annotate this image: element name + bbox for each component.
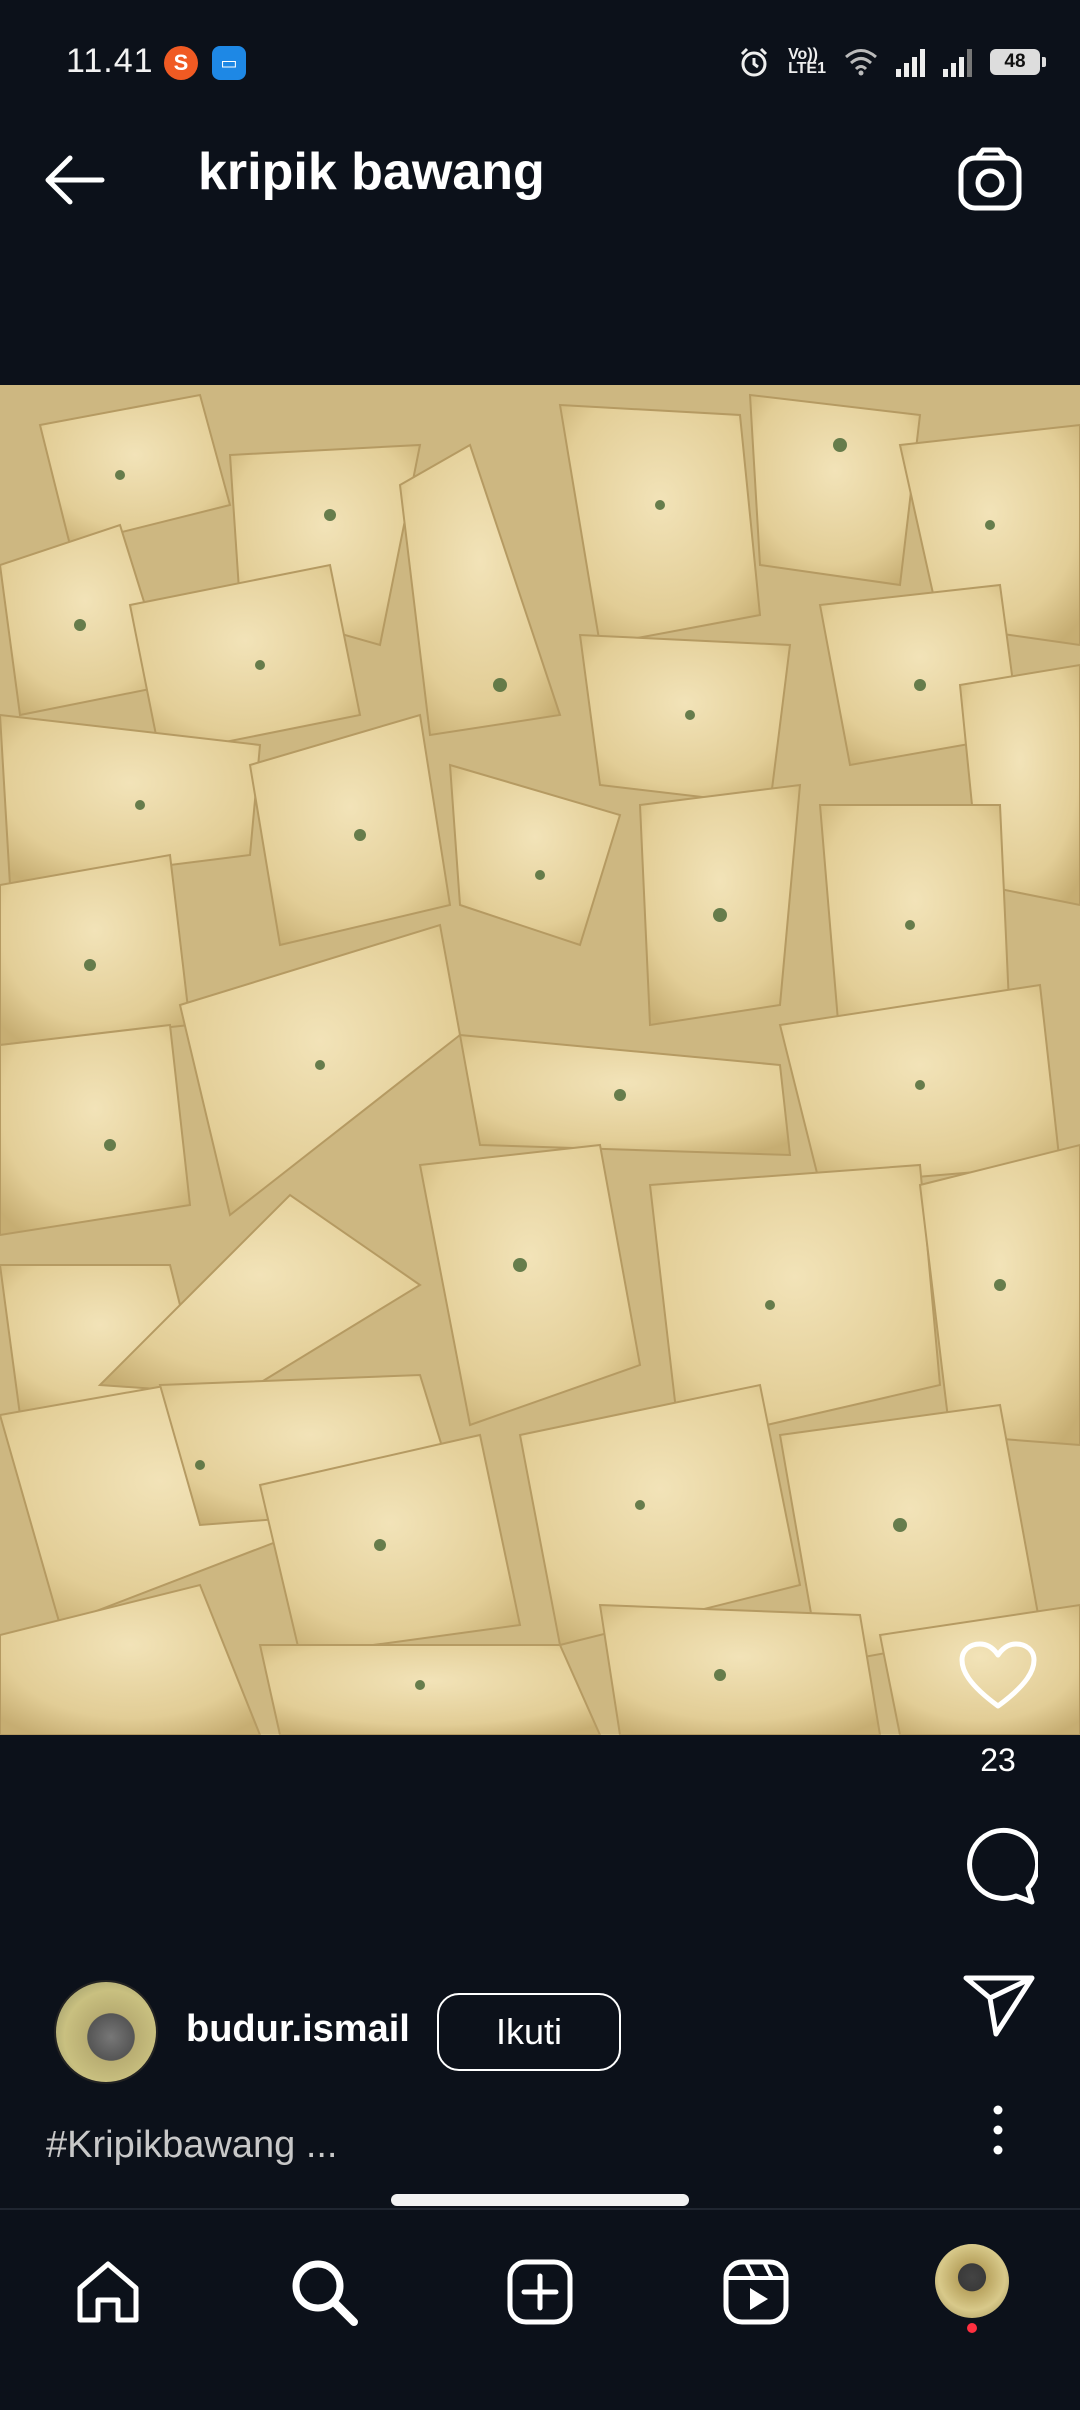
- search-icon[interactable]: [288, 2256, 360, 2328]
- reels-icon[interactable]: [720, 2256, 792, 2328]
- status-icons: Vo)) LTE1 48: [738, 42, 1046, 82]
- paper-plane-icon[interactable]: [960, 1970, 1040, 2040]
- home-icon[interactable]: [72, 2256, 144, 2328]
- tv-app-icon: ▭: [212, 46, 246, 80]
- volte-indicator: Vo)) LTE1: [788, 46, 826, 77]
- comment-bubble-icon[interactable]: [958, 1826, 1038, 1906]
- camera-icon[interactable]: [955, 144, 1027, 216]
- status-bar: 11.41 S ▭ Vo)) LTE1 48: [0, 0, 1080, 100]
- profile-avatar-icon[interactable]: [935, 2244, 1009, 2318]
- vertical-dots-icon[interactable]: [978, 2100, 1018, 2160]
- post-image[interactable]: [0, 385, 1080, 1735]
- battery-icon: 48: [990, 49, 1046, 75]
- signal-1-icon: [896, 47, 925, 77]
- notification-dot: [967, 2323, 977, 2333]
- status-time: 11.41: [66, 42, 154, 80]
- page-title: kripik bawang: [198, 143, 545, 201]
- chips-photo: [0, 385, 1080, 1735]
- author-avatar[interactable]: [54, 1980, 158, 2084]
- heart-icon[interactable]: [958, 1640, 1038, 1712]
- post-caption[interactable]: #Kripikbawang ...: [46, 2124, 338, 2167]
- arrow-left-icon[interactable]: [40, 150, 110, 210]
- shopee-app-icon: S: [164, 46, 198, 80]
- plus-square-icon[interactable]: [504, 2256, 576, 2328]
- bottom-navigation: [0, 2208, 1080, 2410]
- signal-2-icon: [943, 47, 972, 77]
- like-count[interactable]: 23: [958, 1742, 1038, 1779]
- home-indicator[interactable]: [391, 2194, 689, 2206]
- wifi-icon: [845, 49, 877, 76]
- alarm-icon: [741, 47, 768, 77]
- follow-button[interactable]: Ikuti: [437, 1993, 621, 2071]
- author-username[interactable]: budur.ismail: [186, 2008, 410, 2051]
